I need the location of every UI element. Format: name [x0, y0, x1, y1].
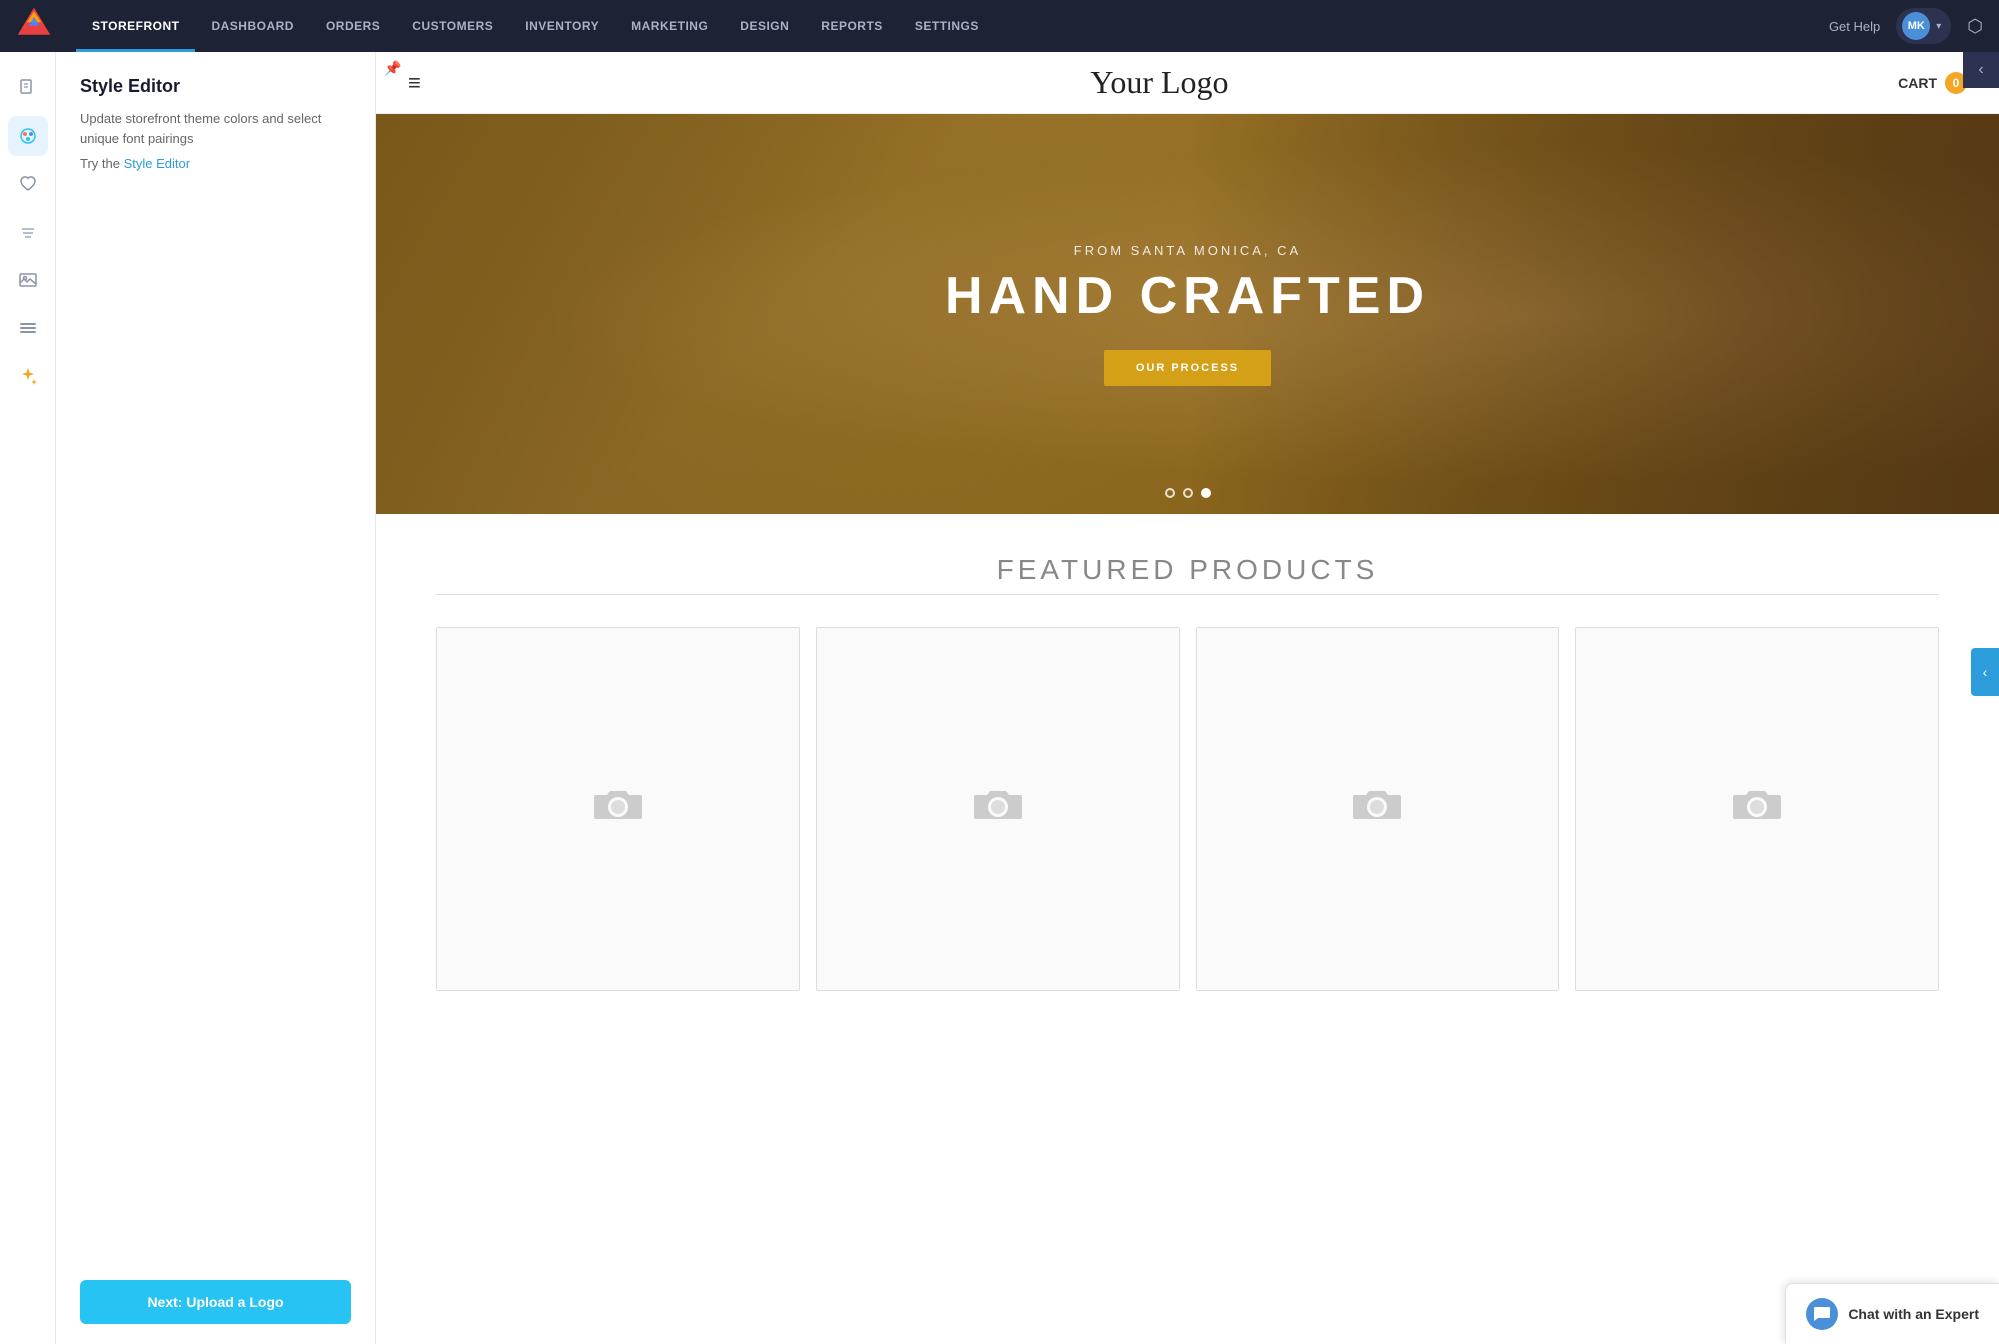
hero-content: FROM SANTA MONICA, CA HAND CRAFTED OUR P… [945, 243, 1430, 386]
chat-icon [1806, 1298, 1838, 1330]
get-help-link[interactable]: Get Help [1829, 19, 1880, 34]
product-image-placeholder-1 [588, 773, 648, 845]
panel-bottom: Next: Upload a Logo [80, 1280, 351, 1324]
hero-title: HAND CRAFTED [945, 266, 1430, 326]
sidebar-item-magic[interactable] [8, 356, 48, 396]
nav-item-storefront[interactable]: STOREFRONT [76, 0, 195, 52]
top-right-collapse-button[interactable]: ‹ [1963, 52, 1999, 88]
nav-item-inventory[interactable]: INVENTORY [509, 0, 615, 52]
nav-item-marketing[interactable]: MARKETING [615, 0, 724, 52]
nav-item-settings[interactable]: SETTINGS [899, 0, 995, 52]
sidebar-item-favorites[interactable] [8, 164, 48, 204]
style-editor-panel: Style Editor Update storefront theme col… [56, 52, 376, 1344]
product-card-4[interactable] [1575, 627, 1939, 991]
store-logo: Your Logo [1090, 64, 1228, 101]
sidebar-item-style[interactable] [8, 116, 48, 156]
style-panel-title: Style Editor [80, 76, 351, 97]
chat-label: Chat with an Expert [1848, 1306, 1979, 1322]
hamburger-menu-icon[interactable]: ≡ [408, 70, 421, 96]
top-navigation: STOREFRONT DASHBOARD ORDERS CUSTOMERS IN… [0, 0, 1999, 52]
nav-item-reports[interactable]: REPORTS [805, 0, 899, 52]
product-card-3[interactable] [1196, 627, 1560, 991]
featured-products-title: FEATURED PRODUCTS [436, 554, 1939, 586]
preview-area: 📌 ≡ Your Logo CART 0 FROM SANTA MONICA, … [376, 52, 1999, 1344]
products-grid [436, 627, 1939, 991]
product-card-1[interactable] [436, 627, 800, 991]
chevron-left-icon: ‹ [1983, 664, 1988, 680]
sidebar-item-products[interactable] [8, 212, 48, 252]
product-image-placeholder-2 [968, 773, 1028, 845]
style-editor-link[interactable]: Style Editor [124, 156, 190, 171]
product-image-placeholder-4 [1727, 773, 1787, 845]
pin-icon: 📌 [384, 60, 401, 77]
app-logo[interactable] [16, 6, 76, 47]
preview-collapse-button[interactable]: ‹ [1971, 648, 1999, 696]
nav-items: STOREFRONT DASHBOARD ORDERS CUSTOMERS IN… [76, 0, 1829, 52]
style-panel-description: Update storefront theme colors and selec… [80, 109, 351, 148]
chevron-left-icon: ‹ [1978, 61, 1983, 79]
carousel-dot-1[interactable] [1165, 488, 1175, 498]
cart-button[interactable]: CART 0 [1898, 72, 1967, 94]
carousel-dot-2[interactable] [1183, 488, 1193, 498]
carousel-dots [1165, 488, 1211, 498]
cart-label: CART [1898, 75, 1937, 91]
hero-section: FROM SANTA MONICA, CA HAND CRAFTED OUR P… [376, 114, 1999, 514]
sidebar-item-images[interactable] [8, 260, 48, 300]
nav-right: Get Help MK ▾ ⬡ [1829, 8, 1983, 44]
product-image-placeholder-3 [1347, 773, 1407, 845]
avatar: MK [1902, 12, 1930, 40]
next-upload-logo-button[interactable]: Next: Upload a Logo [80, 1280, 351, 1324]
hero-cta-button[interactable]: OUR PROCESS [1104, 350, 1271, 386]
hero-subtitle: FROM SANTA MONICA, CA [945, 243, 1430, 258]
chat-widget[interactable]: Chat with an Expert [1785, 1283, 1999, 1344]
style-editor-try-text: Try the Style Editor [80, 154, 351, 174]
sidebar-item-pages[interactable] [8, 68, 48, 108]
nav-item-design[interactable]: DESIGN [724, 0, 805, 52]
icon-sidebar [0, 52, 56, 1344]
carousel-dot-3[interactable] [1201, 488, 1211, 498]
main-layout: Style Editor Update storefront theme col… [0, 52, 1999, 1344]
product-card-2[interactable] [816, 627, 1180, 991]
chevron-down-icon: ▾ [1936, 21, 1941, 32]
nav-item-customers[interactable]: CUSTOMERS [396, 0, 509, 52]
sidebar-item-menu[interactable] [8, 308, 48, 348]
storefront-preview: 📌 ≡ Your Logo CART 0 FROM SANTA MONICA, … [376, 52, 1999, 1344]
nav-item-dashboard[interactable]: DASHBOARD [195, 0, 310, 52]
user-menu[interactable]: MK ▾ [1896, 8, 1951, 44]
nav-item-orders[interactable]: ORDERS [310, 0, 396, 52]
external-link-icon[interactable]: ⬡ [1967, 16, 1983, 37]
featured-products-section: FEATURED PRODUCTS [376, 514, 1999, 1031]
preview-topbar: 📌 ≡ Your Logo CART 0 [376, 52, 1999, 114]
featured-divider [436, 594, 1939, 595]
